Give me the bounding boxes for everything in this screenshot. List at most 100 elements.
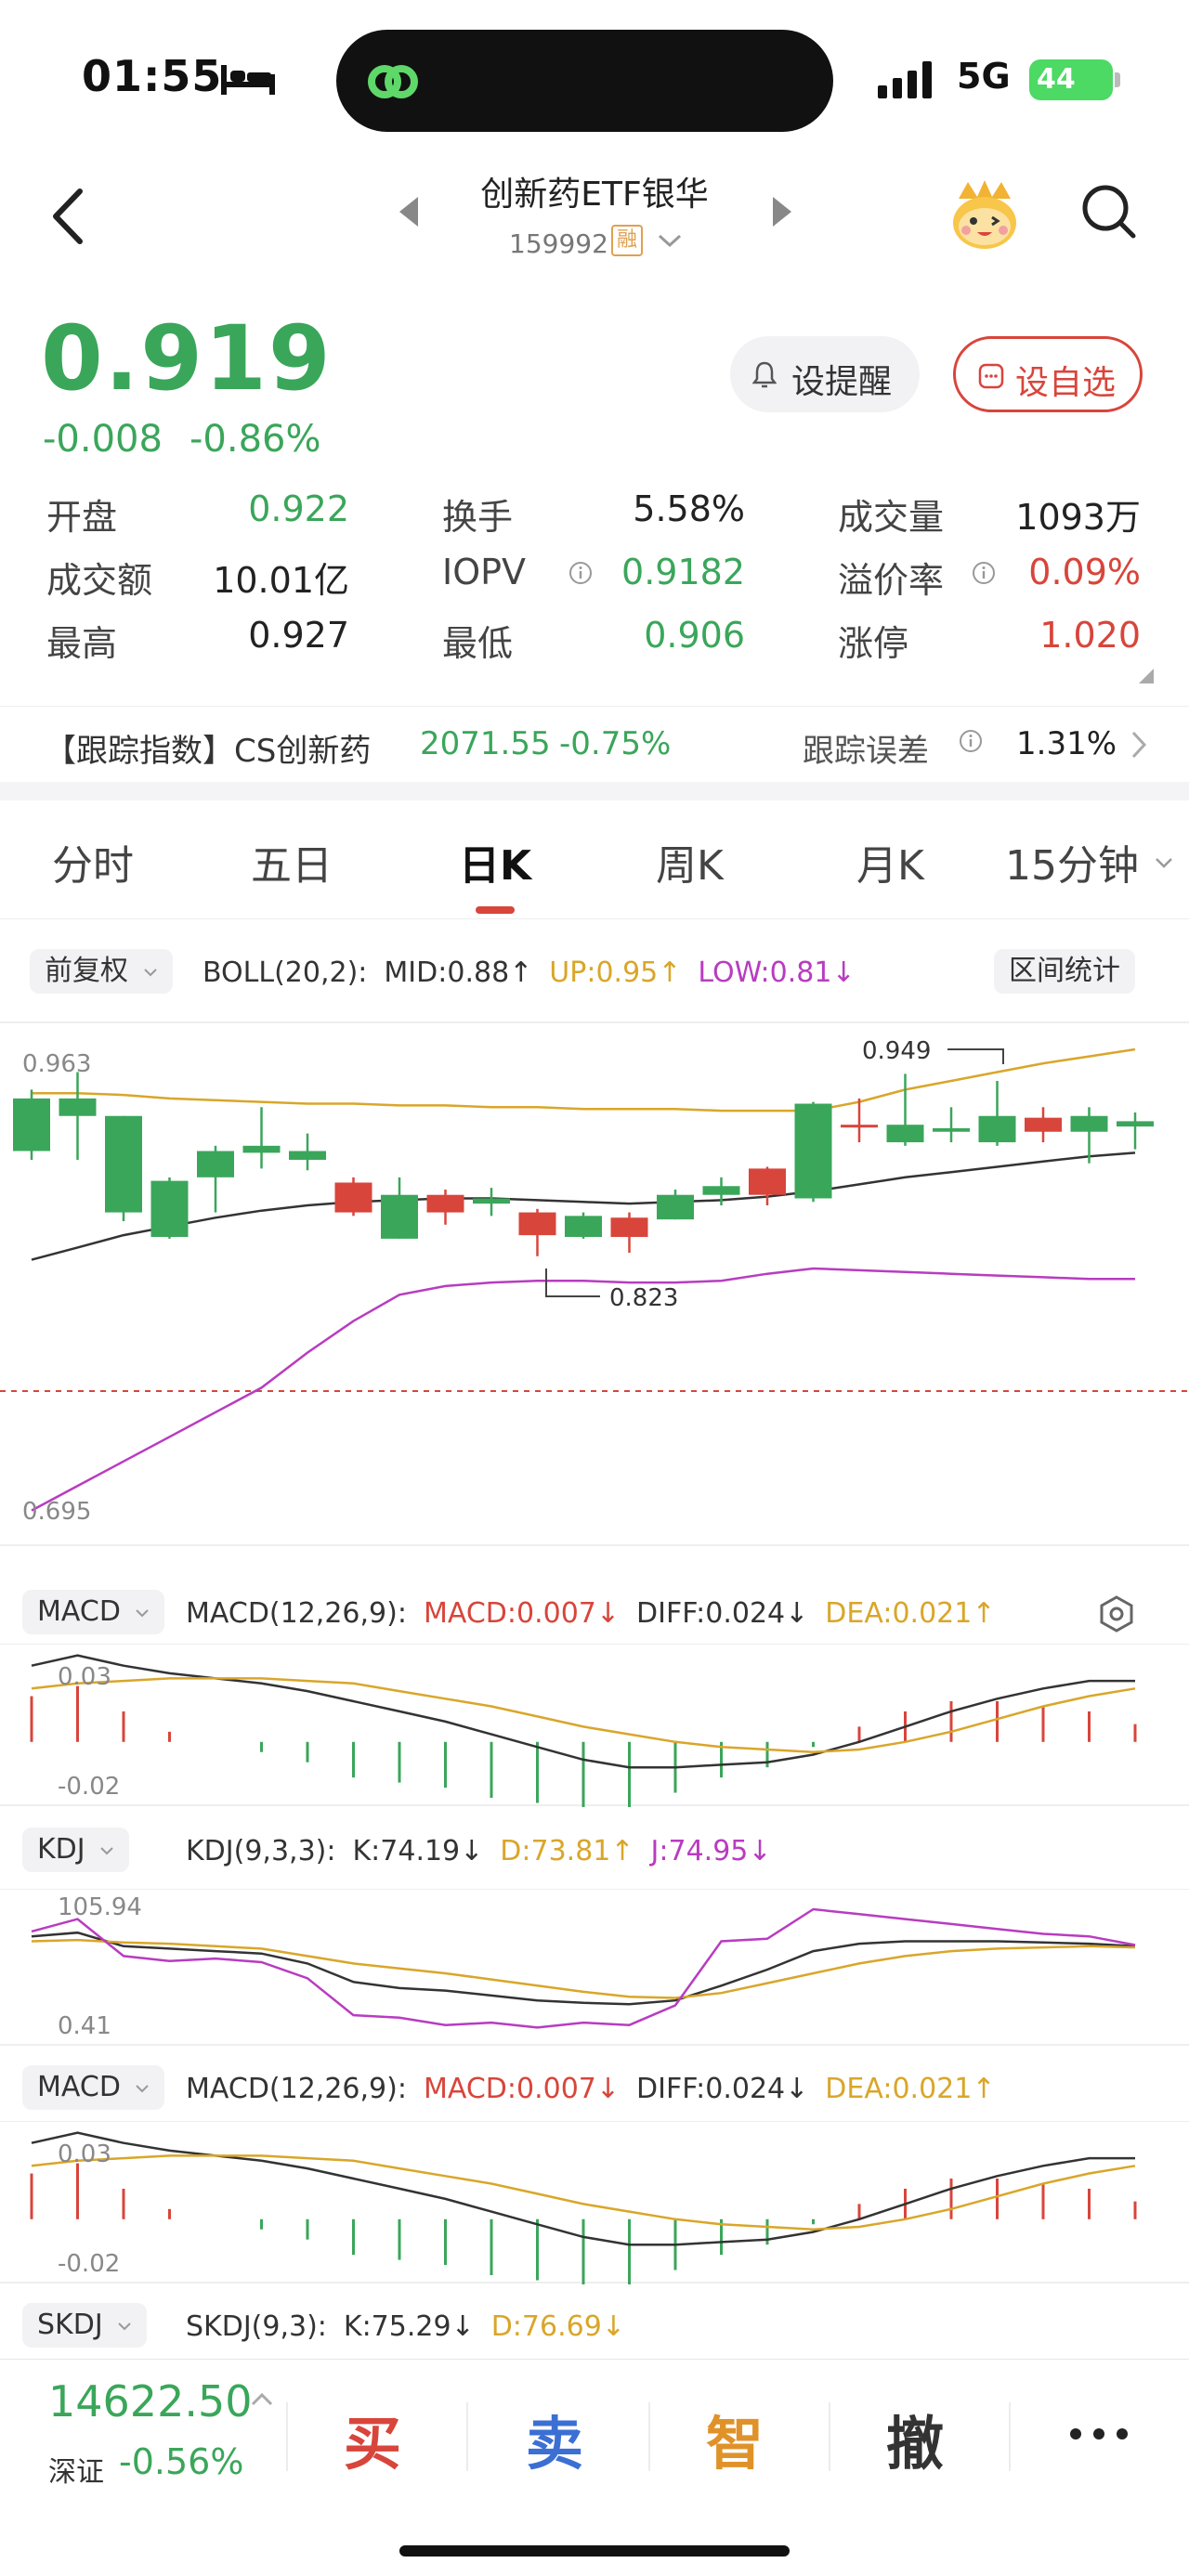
chevron-down-icon: [100, 1846, 113, 1854]
status-bar: 01:55 5G 44: [0, 0, 1189, 158]
range-stats-button[interactable]: 区间统计: [994, 949, 1135, 994]
tracking-index-pct: -0.75%: [559, 725, 672, 762]
stat-limit-up: 涨停 1.020: [838, 615, 1141, 664]
info-icon[interactable]: [568, 561, 593, 585]
chevron-down-icon: [118, 2322, 131, 2330]
stat-value: 1.020: [1039, 615, 1141, 656]
kdj-indicator-dropdown[interactable]: KDJ: [22, 1828, 130, 1872]
home-indicator: [399, 2545, 790, 2556]
cancel-order-button[interactable]: 撤: [886, 2397, 944, 2480]
skdj-indicator-dropdown[interactable]: SKDJ: [22, 2303, 148, 2348]
skdj-name: SKDJ(9,3):: [186, 2310, 327, 2343]
boll-up-line: [32, 1047, 1136, 1112]
kdj-indicator-values: KDJ(9,3,3): K:74.19↓ D:73.81↑ J:74.95↓: [186, 1835, 789, 1867]
mascot-icon[interactable]: [946, 176, 1024, 254]
search-icon[interactable]: [1078, 180, 1139, 241]
stat-high: 最高 0.927: [46, 615, 349, 664]
macd2-indicator-values: MACD(12,26,9): MACD:0.007↓ DIFF:0.024↓ DEA:…: [186, 2073, 1012, 2105]
adjust-mode-dropdown[interactable]: 前复权: [30, 949, 173, 994]
skdj-d-value: D:76.69↓: [490, 2310, 625, 2343]
macd-indicator-dropdown-2[interactable]: MACD: [22, 2065, 165, 2110]
stat-low: 最低 0.906: [442, 615, 745, 664]
macd-y-top-label: 0.03: [58, 1663, 111, 1691]
chevron-up-icon[interactable]: [249, 2389, 275, 2408]
kline-chart[interactable]: 0.963 0.695 0.949 0.823: [0, 1021, 1189, 1547]
back-arrow-icon[interactable]: [46, 184, 93, 249]
stat-value: 0.9182: [621, 552, 745, 592]
boll-low-line: [31, 1267, 1135, 1512]
stat-label: 溢价率: [838, 560, 945, 601]
kdj-k-line: [31, 1931, 1136, 2006]
tab-monthly-k[interactable]: 月K: [856, 832, 924, 891]
candle-body: [381, 1194, 418, 1239]
macd-chart[interactable]: 0.03 -0.02: [0, 1644, 1189, 1807]
stat-label: 开盘: [46, 497, 118, 538]
stat-value: 0.09%: [1028, 552, 1141, 592]
kdj-chart[interactable]: 105.94 0.41: [0, 1889, 1189, 2047]
macd-value: MACD:0.007↓: [423, 2073, 621, 2105]
more-icon[interactable]: [1066, 2425, 1131, 2443]
candle-body: [59, 1098, 97, 1116]
boll-mid: MID:0.88↑: [384, 956, 533, 989]
sell-button[interactable]: 卖: [526, 2397, 583, 2480]
macd-chart-2[interactable]: 0.03 -0.02: [0, 2121, 1189, 2284]
stat-value: 0.922: [248, 488, 349, 529]
tab-weekly-k[interactable]: 周K: [656, 832, 724, 891]
candle-body: [978, 1115, 1016, 1143]
divider: [286, 2402, 288, 2471]
tracking-error-value: 1.31%: [1016, 725, 1117, 762]
set-alert-button[interactable]: 设提醒: [730, 336, 920, 412]
high-marker-line: [947, 1048, 1004, 1064]
stat-volume: 成交量 1093万: [838, 488, 1141, 538]
stat-turnover: 换手 5.58%: [442, 488, 745, 538]
kdj-y-bottom-label: 0.41: [58, 2012, 111, 2040]
candle-body: [242, 1145, 281, 1153]
fund-code-selector[interactable]: 159992 融: [483, 223, 715, 260]
diff-value: DIFF:0.024↓: [636, 1597, 809, 1630]
macd-y-bottom-label: -0.02: [58, 1773, 120, 1801]
kdj-chip-label: KDJ: [37, 1833, 85, 1866]
candle-body: [1117, 1121, 1154, 1127]
smart-trade-button[interactable]: 智: [706, 2397, 764, 2480]
stat-label: 最低: [442, 623, 514, 664]
dea-value: DEA:0.021↑: [825, 2073, 996, 2105]
stat-label: 最高: [46, 623, 118, 664]
info-icon[interactable]: [972, 561, 996, 585]
dea-line: [31, 2154, 1136, 2231]
divider: [648, 2402, 650, 2471]
tracking-index-row[interactable]: 【跟踪指数】CS创新药 2071.55 -0.75% 跟踪误差 1.31%: [0, 706, 1189, 782]
add-watchlist-button[interactable]: 设自选: [953, 336, 1143, 412]
tab-intraday[interactable]: 分时: [52, 832, 134, 891]
stat-open: 开盘 0.922: [46, 488, 349, 538]
dea-line: [31, 1677, 1136, 1753]
margin-badge: 融: [611, 225, 643, 256]
battery-indicator: 44: [1029, 59, 1113, 100]
info-icon[interactable]: [959, 729, 983, 753]
candle-body: [610, 1217, 648, 1238]
tab-daily-k[interactable]: 日K: [459, 832, 531, 891]
candle-body: [289, 1151, 326, 1160]
next-fund-icon[interactable]: [767, 193, 795, 230]
stat-label: 成交量: [838, 497, 945, 538]
expand-corner-icon[interactable]: [1139, 669, 1154, 683]
kdj-j-value: J:74.95↓: [650, 1835, 772, 1867]
chevron-down-icon: [136, 1608, 150, 1617]
buy-button[interactable]: 买: [344, 2397, 401, 2480]
section-divider: [0, 782, 1189, 800]
price-change: -0.008: [43, 418, 163, 461]
macd-name: MACD(12,26,9):: [186, 1597, 407, 1630]
stat-label: 成交额: [46, 560, 153, 601]
macd-indicator-dropdown[interactable]: MACD: [22, 1590, 165, 1634]
low-marker-label: 0.823: [609, 1284, 678, 1312]
prev-fund-icon[interactable]: [396, 193, 424, 230]
stat-value: 0.906: [644, 615, 745, 656]
candle-body: [518, 1212, 556, 1236]
tab-five-day[interactable]: 五日: [251, 832, 333, 891]
settings-icon[interactable]: [1096, 1594, 1137, 1634]
tab-15min[interactable]: 15分钟: [1005, 832, 1139, 891]
macd-indicator-values: MACD(12,26,9): MACD:0.007↓ DIFF:0.024↓ DEA:…: [186, 1597, 1012, 1630]
boll-name: BOLL(20,2):: [203, 956, 368, 989]
chevron-down-icon[interactable]: [1154, 852, 1174, 873]
bell-icon: [752, 361, 777, 388]
macd-chip-label: MACD: [37, 2071, 121, 2103]
